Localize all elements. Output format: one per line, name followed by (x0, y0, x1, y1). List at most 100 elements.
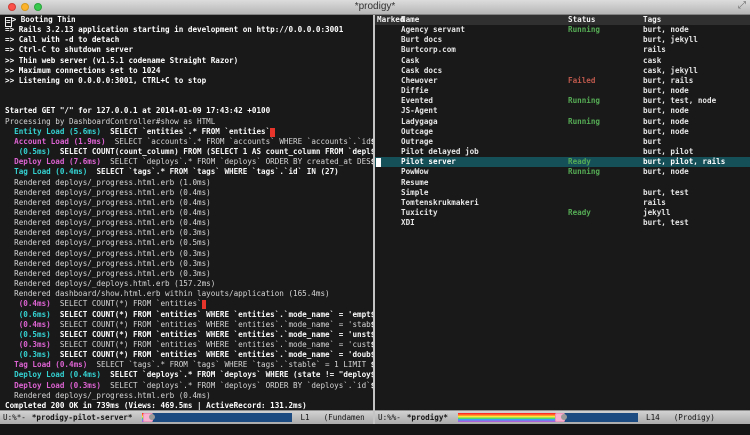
process-row[interactable]: Tomtenskrukmakerirails (375, 198, 750, 208)
log-segment: Rendered deploys/_progress.html.erb (0.3… (5, 228, 211, 237)
process-status: Running (568, 96, 600, 106)
process-row[interactable]: Burt docsburt, jekyll (375, 35, 750, 45)
header-name: Name (401, 15, 419, 25)
process-row[interactable]: Outrageburt (375, 137, 750, 147)
log-segment: Rendered deploys/_progress.html.erb (0.3… (5, 259, 211, 268)
log-segment: Rendered deploys/_progress.html.erb (0.5… (5, 238, 211, 247)
log-segment: SELECT `deploys`.* FROM `deploys` WHERE … (101, 370, 371, 379)
trailing-whitespace-block (270, 128, 275, 137)
log-line: Rendered deploys/_progress.html.erb (1.0… (0, 178, 373, 188)
log-segment: Rendered deploys/_progress.html.erb (0.4… (5, 208, 211, 217)
process-tags: burt, node (643, 106, 689, 116)
log-segment: SELECT `deploys`.* FROM `deploys` ORDER … (101, 157, 371, 166)
nyan-progress-bar (458, 413, 638, 422)
log-segment: SELECT `tags`.* FROM `tags` WHERE `tags`… (87, 167, 338, 176)
process-row[interactable]: Resume (375, 178, 750, 188)
log-line: (0.5ms) SELECT COUNT(*) FROM `entities` … (0, 330, 373, 340)
process-tags: cask, jekyll (643, 66, 698, 76)
rails-log-buffer[interactable]: => Booting Thin=> Rails 3.2.13 applicati… (0, 15, 373, 410)
process-row[interactable]: JS-Agentburt, node (375, 106, 750, 116)
process-tags: burt, node (643, 117, 689, 127)
log-segment: Rendered deploys/_progress.html.erb (0.4… (5, 218, 211, 227)
log-line (0, 86, 373, 96)
log-line: Rendered deploys/_progress.html.erb (0.4… (0, 208, 373, 218)
echo-area[interactable] (0, 424, 750, 435)
process-row[interactable]: Agency servantRunningburt, node (375, 25, 750, 35)
log-line: Account Load (1.9ms) SELECT `accounts`.*… (0, 137, 373, 147)
log-segment: => Ctrl-C to shutdown server (5, 45, 133, 54)
prodigy-buffer[interactable]: Marked Name Status Tags Agency servantRu… (375, 15, 750, 410)
process-status: Ready (568, 208, 591, 218)
process-tags: burt, rails (643, 76, 693, 86)
modeline-major-mode: (Fundamen (324, 411, 365, 424)
process-tags: burt, test (643, 218, 689, 228)
process-tags: rails (643, 45, 666, 55)
log-line: Tag Load (0.4ms) SELECT `tags`.* FROM `t… (0, 360, 373, 370)
log-segment: Entity Load (5.6ms) (5, 127, 101, 136)
process-tags: burt, jekyll (643, 35, 698, 45)
process-list-rows: Agency servantRunningburt, nodeBurt docs… (375, 25, 750, 228)
process-row[interactable]: Cask docscask, jekyll (375, 66, 750, 76)
log-line: Rendered deploys/_progress.html.erb (0.3… (0, 228, 373, 238)
process-row[interactable]: Caskcask (375, 56, 750, 66)
window-title: *prodigy* (0, 1, 750, 12)
modeline-buffer-name: *prodigy-pilot-server* (32, 411, 133, 424)
process-row[interactable]: Outcageburt, node (375, 127, 750, 137)
process-row[interactable]: Pilot serverReadyburt, pilot, rails (375, 157, 750, 167)
log-line: Deploy Load (0.3ms) SELECT `deploys`.* F… (0, 381, 373, 391)
log-segment: SELECT COUNT(*) FROM `entities` WHERE `e… (51, 340, 371, 349)
process-row[interactable]: XDIburt, test (375, 218, 750, 228)
rails-log-lines: => Booting Thin=> Rails 3.2.13 applicati… (0, 15, 373, 410)
titlebar: *prodigy* ⤢ (0, 0, 750, 15)
log-segment: SELECT `deploys`.* FROM `deploys` ORDER … (101, 381, 371, 390)
process-row[interactable]: ChewoverFailedburt, rails (375, 76, 750, 86)
modeline-line-number: L14 (646, 411, 660, 424)
log-line (0, 96, 373, 106)
process-name: Burtcorp.com (401, 45, 456, 55)
process-name: Diffie (401, 86, 428, 96)
process-row[interactable]: Pilot delayed jobburt, pilot (375, 147, 750, 157)
process-tags: burt, node (643, 25, 689, 35)
process-name: Ladygaga (401, 117, 438, 127)
process-row[interactable]: Burtcorp.com rails (375, 45, 750, 55)
log-segment: Rendered deploys/_progress.html.erb (1.0… (5, 178, 211, 187)
process-row[interactable]: Diffie burt, node (375, 86, 750, 96)
right-window: Marked Name Status Tags Agency servantRu… (375, 15, 750, 424)
log-line: => Booting Thin (0, 15, 373, 25)
log-segment: >> Thin web server (v1.5.1 codename Stra… (5, 56, 238, 65)
process-status: Running (568, 25, 600, 35)
nyan-cat-icon (555, 413, 565, 422)
log-segment: Rendered deploys/_progress.html.erb (0.4… (5, 198, 211, 207)
log-segment: (0.4ms) (5, 320, 51, 329)
process-row[interactable]: LadygagaRunningburt, node (375, 117, 750, 127)
process-name: Tuxicity (401, 208, 438, 218)
nyan-cat-icon (143, 413, 153, 422)
process-row[interactable]: Simpleburt, test (375, 188, 750, 198)
log-line: >> Thin web server (v1.5.1 codename Stra… (0, 56, 373, 66)
process-row[interactable]: PowWowRunningburt, node (375, 167, 750, 177)
log-segment: Rendered deploys/_progress.html.erb (0.4… (5, 391, 211, 400)
log-segment: (0.5ms) (5, 147, 51, 156)
process-tags: burt (643, 137, 661, 147)
log-segment: SELECT COUNT(count_column) FROM (SELECT … (51, 147, 371, 156)
process-tags: burt, pilot (643, 147, 693, 157)
process-row[interactable]: TuxicityReadyjekyll (375, 208, 750, 218)
log-segment: Rendered deploys/_progress.html.erb (0.3… (5, 269, 211, 278)
process-name: Outcage (401, 127, 433, 137)
log-line: (0.3ms) SELECT COUNT(*) FROM `entities` … (0, 350, 373, 360)
process-row[interactable]: EventedRunningburt, test, node (375, 96, 750, 106)
log-segment: >> Maximum connections set to 1024 (5, 66, 160, 75)
log-line: Deploy Load (0.4ms) SELECT `deploys`.* F… (0, 370, 373, 380)
log-segment: Rendered deploys/_deploys.html.erb (157.… (5, 279, 215, 288)
process-name: Evented (401, 96, 433, 106)
log-line: => Call with -d to detach (0, 35, 373, 45)
process-tags: burt, node (643, 86, 689, 96)
process-name: Pilot server (401, 157, 456, 167)
log-segment: Deploy Load (0.3ms) (5, 381, 101, 390)
log-segment: SELECT COUNT(*) FROM `entities` WHERE `e… (51, 320, 371, 329)
log-line: (0.3ms) SELECT COUNT(*) FROM `entities` … (0, 340, 373, 350)
process-name: Cask (401, 56, 419, 66)
process-name: PowWow (401, 167, 428, 177)
log-line: Rendered dashboard/show.html.erb within … (0, 289, 373, 299)
expand-icon[interactable]: ⤢ (738, 0, 746, 11)
